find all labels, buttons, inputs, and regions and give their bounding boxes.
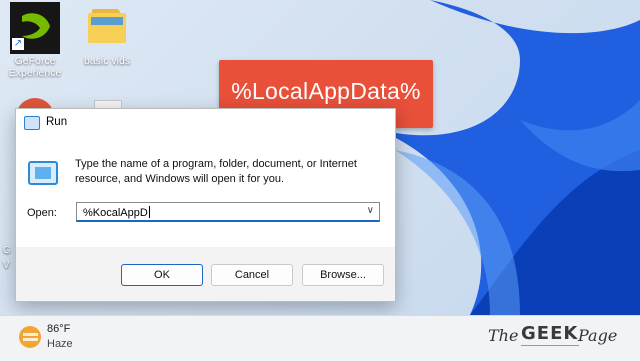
dialog-description: Type the name of a program, folder, docu… (75, 158, 357, 185)
cancel-button[interactable]: Cancel (211, 264, 293, 286)
watermark-the: The (488, 326, 519, 345)
run-icon (24, 116, 40, 130)
open-input-value[interactable]: %KocalAppD (83, 206, 150, 219)
icon-label: Experience (8, 67, 62, 79)
chevron-down-icon[interactable]: ∨ (367, 205, 374, 216)
partial-icon-label: V (3, 260, 10, 271)
dialog-content (16, 137, 395, 247)
open-label: Open: (27, 207, 57, 219)
watermark-geek: GEEK (521, 323, 579, 344)
open-input[interactable]: %KocalAppD ∨ (76, 202, 380, 222)
run-program-icon (28, 161, 58, 185)
run-dialog: Run Type the name of a program, folder, … (15, 108, 396, 302)
browse-button[interactable]: Browse... (302, 264, 384, 286)
icon-label: basic vids (83, 55, 131, 67)
watermark-page: Page (578, 326, 618, 345)
weather-temperature: 86°F (47, 323, 71, 335)
taskbar: 86°F Haze The GEEK Page (0, 315, 640, 361)
weather-condition: Haze (47, 338, 73, 350)
callout-text: %LocalAppData% (231, 78, 421, 104)
icon-label: GeForce (14, 55, 56, 67)
dialog-titlebar[interactable]: Run (16, 109, 395, 137)
watermark-underline (521, 345, 579, 346)
ok-button[interactable]: OK (121, 264, 203, 286)
haze-weather-icon (19, 326, 41, 348)
shortcut-arrow-icon: ↗ (12, 38, 24, 50)
partial-icon-label: G (3, 245, 11, 256)
watermark-logo: The GEEK Page (488, 320, 628, 356)
dialog-title: Run (46, 116, 68, 128)
